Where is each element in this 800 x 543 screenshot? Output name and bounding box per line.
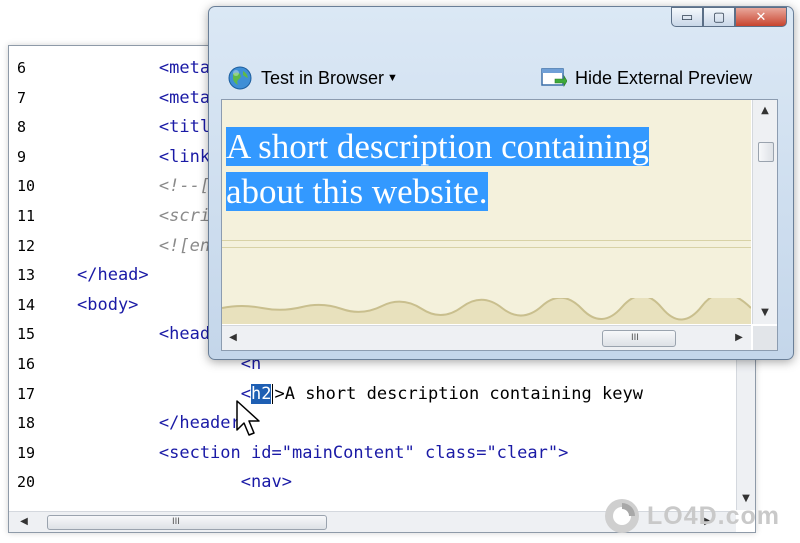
code-line[interactable]: <title: [77, 113, 220, 141]
code-token: <title: [77, 117, 221, 137]
code-token: </head>: [77, 265, 149, 285]
minimize-button[interactable]: ▭: [671, 7, 703, 27]
hide-external-preview-button[interactable]: Hide External Preview: [541, 63, 752, 93]
code-token: <: [77, 384, 251, 404]
maximize-button[interactable]: ▢: [703, 7, 735, 27]
scrollbar-corner: [753, 326, 777, 350]
line-number: 10: [17, 177, 36, 195]
code-token: class=: [414, 443, 487, 463]
code-line[interactable]: <meta: [77, 84, 210, 112]
code-token: <nav>: [77, 472, 292, 492]
preview-horizontal-scrollbar[interactable]: ◀ III ▶: [222, 325, 751, 350]
code-line[interactable]: <section id="mainContent" class="clear">: [77, 439, 568, 467]
scroll-up-arrow-icon[interactable]: ▲: [758, 104, 772, 118]
code-token: "mainContent": [281, 443, 415, 463]
preview-vertical-scrollbar[interactable]: ▲ ▼: [752, 100, 777, 324]
code-line[interactable]: <scrip: [77, 202, 220, 230]
code-token: <!--[i: [77, 176, 221, 196]
code-line[interactable]: <heade: [77, 320, 220, 348]
code-token: <meta: [77, 88, 211, 108]
code-token: <section: [77, 443, 251, 463]
code-line[interactable]: <!--[i: [77, 172, 220, 200]
code-token: id=: [251, 443, 282, 463]
test-in-browser-label: Test in Browser: [261, 67, 385, 88]
code-line[interactable]: <![end: [77, 232, 220, 260]
grass-decoration-image: [222, 298, 751, 324]
line-number: 19: [17, 444, 36, 462]
code-line[interactable]: <nav>: [77, 468, 292, 496]
line-number: 8: [17, 118, 27, 136]
code-token: <heade: [77, 324, 221, 344]
selected-text-line-1: A short description containing: [226, 127, 649, 166]
mouse-cursor-icon: [236, 400, 260, 436]
selected-text-line-2: about this website.: [226, 172, 488, 211]
scroll-grip: III: [172, 517, 180, 527]
dropdown-arrow-icon: ▼: [387, 72, 398, 84]
close-icon: ✕: [755, 9, 767, 25]
code-line[interactable]: <body>: [77, 291, 138, 319]
window-caption-buttons: ▭ ▢ ✕: [671, 7, 787, 37]
scroll-grip: III: [631, 333, 639, 343]
globe-icon: [228, 66, 252, 90]
maximize-icon: ▢: [712, 9, 726, 25]
page-divider: [222, 240, 751, 241]
code-token: <scrip: [77, 206, 221, 226]
line-number: 7: [17, 89, 27, 107]
code-token: "clear": [486, 443, 559, 463]
code-token: <meta: [77, 58, 211, 78]
line-number: 11: [17, 207, 36, 225]
scroll-right-arrow-icon[interactable]: ▶: [732, 331, 746, 345]
code-line[interactable]: <h2 >A short description containing keyw: [77, 380, 643, 408]
line-number: 12: [17, 237, 36, 255]
preview-hscroll-thumb[interactable]: III: [602, 330, 676, 347]
test-in-browser-button[interactable]: Test in Browser ▼: [227, 63, 398, 93]
code-line[interactable]: <link: [77, 143, 210, 171]
scroll-left-arrow-icon[interactable]: ◀: [17, 515, 31, 529]
close-button[interactable]: ✕: [735, 7, 787, 27]
scroll-left-arrow-icon[interactable]: ◀: [226, 331, 240, 345]
preview-pane[interactable]: A short description containing about thi…: [221, 99, 778, 351]
selected-heading-text: A short description containing about thi…: [226, 124, 649, 214]
code-token: <link: [77, 147, 211, 167]
code-token: <body>: [77, 295, 139, 315]
watermark: LO4D.com: [603, 497, 780, 535]
code-token: >A short description containing keyw: [274, 384, 643, 404]
rendered-page: A short description containing about thi…: [222, 100, 751, 324]
hide-external-preview-label: Hide External Preview: [575, 67, 753, 88]
line-number: 9: [17, 148, 27, 166]
code-token: <![end: [77, 236, 221, 256]
line-number: 16: [17, 355, 36, 373]
scroll-down-arrow-icon[interactable]: ▼: [758, 306, 772, 320]
line-number: 14: [17, 296, 36, 314]
minimize-icon: ▭: [680, 9, 694, 25]
code-line[interactable]: </header: [77, 409, 241, 437]
lo4d-logo-icon: [605, 499, 639, 533]
preview-window-icon: [541, 68, 567, 88]
line-number: 15: [17, 325, 36, 343]
line-number: 6: [17, 59, 27, 77]
code-token: >: [558, 443, 569, 463]
code-line[interactable]: <meta: [77, 54, 210, 82]
external-preview-window[interactable]: ▭ ▢ ✕ Test in Browser ▼ Hide External Pr…: [208, 6, 794, 360]
watermark-text: LO4D.com: [647, 501, 781, 530]
line-number: 13: [17, 266, 36, 284]
page-divider: [222, 247, 751, 248]
line-number: 20: [17, 473, 36, 491]
line-number: 17: [17, 385, 36, 403]
line-number: 18: [17, 414, 36, 432]
preview-vscroll-thumb[interactable]: [758, 142, 774, 162]
editor-scroll-thumb[interactable]: III: [47, 515, 327, 530]
preview-toolbar: Test in Browser ▼ Hide External Preview: [219, 63, 779, 97]
code-token: </header: [77, 413, 241, 433]
code-line[interactable]: </head>: [77, 261, 149, 289]
